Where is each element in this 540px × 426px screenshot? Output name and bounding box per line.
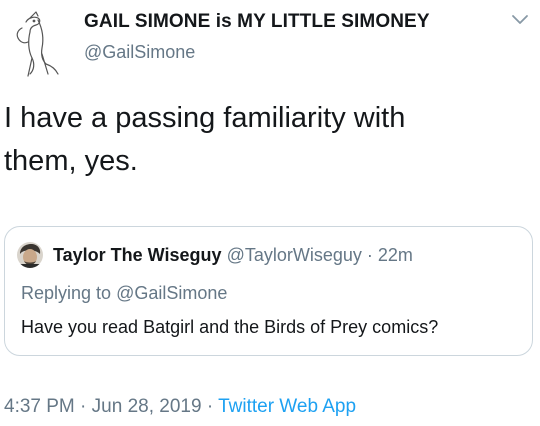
user-avatar-icon (17, 242, 43, 268)
author-avatar[interactable] (8, 8, 66, 80)
quoted-handle[interactable]: @TaylorWiseguy (227, 245, 362, 265)
author-display-name[interactable]: GAIL SIMONE is MY LITTLE SIMONEY (84, 11, 430, 33)
author-info: GAIL SIMONE is MY LITTLE SIMONEY @GailSi… (84, 11, 430, 63)
replying-prefix: Replying to (21, 283, 112, 303)
separator-dot: · (206, 396, 214, 417)
quoted-tweet-card[interactable]: Taylor The Wiseguy @TaylorWiseguy · 22m … (4, 226, 533, 356)
unicorn-sketch-avatar-icon (16, 11, 59, 77)
tweet-text-line: them, yes. (4, 145, 138, 177)
separator-dot: · (80, 396, 87, 417)
replying-to: Replying to @GailSimone (21, 283, 227, 304)
quoted-timestamp[interactable]: 22m (378, 245, 413, 265)
tweet-time[interactable]: 4:37 PM (4, 396, 75, 417)
author-handle[interactable]: @GailSimone (84, 42, 430, 63)
tweet-text: I have a passing familiarity with them, … (4, 97, 524, 183)
replying-to-handle[interactable]: @GailSimone (116, 283, 227, 303)
source-app-link[interactable]: Twitter Web App (218, 396, 356, 417)
tweet: GAIL SIMONE is MY LITTLE SIMONEY @GailSi… (0, 0, 540, 426)
quoted-display-name[interactable]: Taylor The Wiseguy (53, 245, 222, 265)
tweet-meta: 4:37 PM · Jun 28, 2019 · Twitter Web App (4, 396, 356, 418)
tweet-date[interactable]: Jun 28, 2019 (92, 396, 202, 417)
tweet-text-line: I have a passing familiarity with (4, 102, 406, 134)
separator-dot: · (366, 245, 373, 265)
quoted-author-avatar[interactable] (17, 242, 43, 268)
quoted-tweet-text: Have you read Batgirl and the Birds of P… (21, 317, 439, 337)
chevron-down-icon[interactable] (510, 13, 530, 27)
quoted-tweet-header: Taylor The Wiseguy @TaylorWiseguy · 22m (53, 245, 413, 266)
